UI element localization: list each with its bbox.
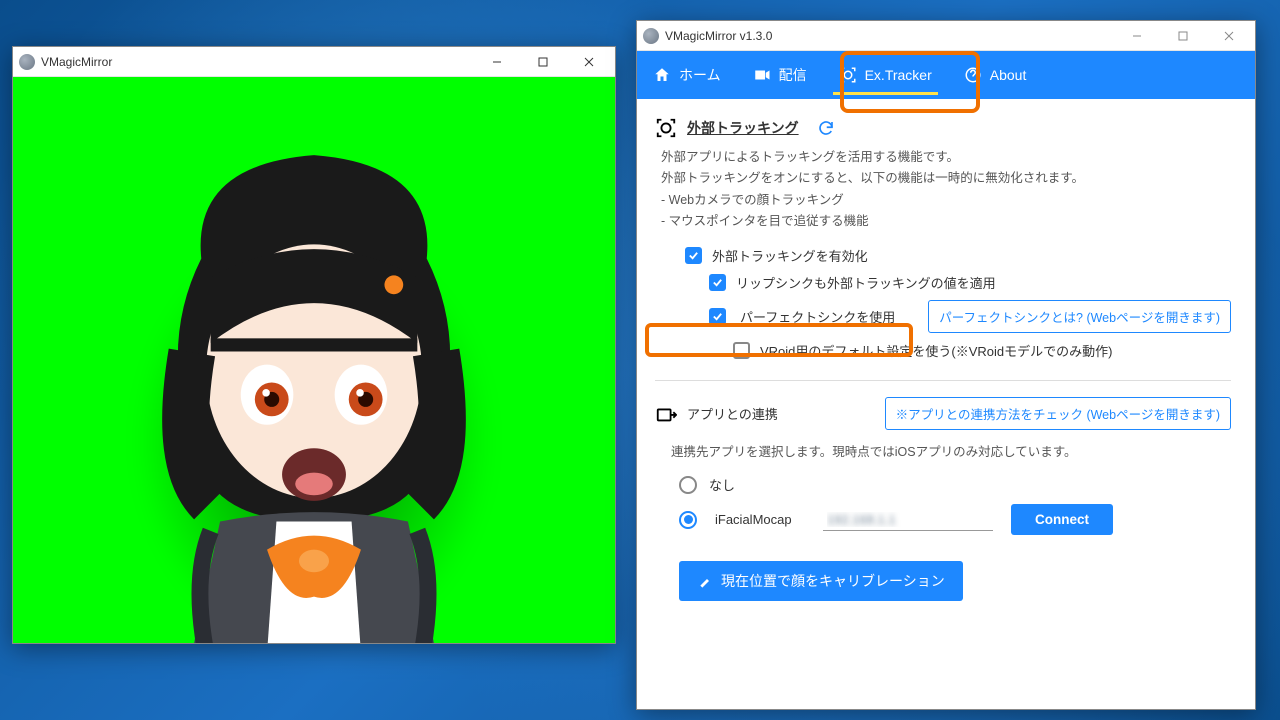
close-button[interactable]	[569, 49, 609, 75]
avatar	[63, 127, 565, 643]
maximize-button[interactable]	[523, 49, 563, 75]
camera-icon	[753, 66, 771, 84]
tab-about[interactable]: About	[948, 51, 1043, 99]
checkbox-label: VRoid用のデフォルト設定を使う(※VRoidモデルでのみ動作)	[760, 341, 1112, 360]
checkbox-lipsync[interactable]	[709, 274, 726, 291]
avatar-viewport	[13, 77, 615, 643]
refresh-button[interactable]	[817, 119, 835, 137]
app-icon	[643, 28, 659, 44]
link-icon	[655, 403, 677, 425]
app-link-help-button[interactable]: ※アプリとの連携方法をチェック (Webページを開きます)	[885, 397, 1231, 430]
avatar-window: VMagicMirror	[12, 46, 616, 644]
app-link-heading: アプリとの連携	[687, 404, 778, 423]
right-titlebar: VMagicMirror v1.3.0	[637, 21, 1255, 51]
radio-label: なし	[709, 475, 735, 494]
face-tracking-icon	[839, 66, 857, 84]
minimize-button[interactable]	[1117, 23, 1157, 49]
settings-body: 外部トラッキング 外部アプリによるトラッキングを活用する機能です。 外部トラッキ…	[637, 99, 1255, 709]
left-titlebar: VMagicMirror	[13, 47, 615, 77]
tab-label: 配信	[779, 65, 807, 85]
face-tracking-icon	[655, 117, 677, 139]
left-window-title: VMagicMirror	[41, 55, 112, 69]
close-button[interactable]	[1209, 23, 1249, 49]
maximize-button[interactable]	[1163, 23, 1203, 49]
wand-icon	[697, 573, 713, 589]
checkbox-vroid-default[interactable]	[733, 342, 750, 359]
home-icon	[653, 66, 671, 84]
app-link-description: 連携先アプリを選択します。現時点ではiOSアプリのみ対応しています。	[671, 442, 1231, 463]
question-icon	[964, 66, 982, 84]
ext-tracking-description: 外部アプリによるトラッキングを活用する機能です。 外部トラッキングをオンにすると…	[661, 147, 1231, 232]
tab-label: ホーム	[679, 65, 721, 85]
perfect-sync-help-button[interactable]: パーフェクトシンクとは? (Webページを開きます)	[928, 300, 1231, 333]
radio-ifacialmocap[interactable]	[679, 511, 697, 529]
checkbox-label: リップシンクも外部トラッキングの値を適用	[736, 273, 996, 292]
checkbox-enable-ext-tracking[interactable]	[685, 247, 702, 264]
tab-extracker[interactable]: Ex.Tracker	[823, 51, 948, 99]
tab-home[interactable]: ホーム	[637, 51, 737, 99]
calibrate-button[interactable]: 現在位置で顔をキャリブレーション	[679, 561, 963, 601]
tab-bar: ホーム 配信 Ex.Tracker About	[637, 51, 1255, 99]
radio-label: iFacialMocap	[715, 512, 805, 527]
tab-label: Ex.Tracker	[865, 67, 932, 83]
minimize-button[interactable]	[477, 49, 517, 75]
calibrate-button-label: 現在位置で顔をキャリブレーション	[721, 571, 945, 591]
ip-address-input[interactable]	[823, 509, 993, 531]
settings-window: VMagicMirror v1.3.0 ホーム 配信 Ex.Tracker Ab…	[636, 20, 1256, 710]
radio-none[interactable]	[679, 476, 697, 494]
app-icon	[19, 54, 35, 70]
tab-stream[interactable]: 配信	[737, 51, 823, 99]
checkbox-label: 外部トラッキングを有効化	[712, 246, 868, 265]
tab-label: About	[990, 67, 1027, 83]
checkbox-label: パーフェクトシンクを使用	[740, 307, 895, 326]
ext-tracking-heading: 外部トラッキング	[687, 118, 799, 138]
checkbox-perfect-sync[interactable]	[709, 308, 726, 325]
connect-button[interactable]: Connect	[1011, 504, 1113, 535]
right-window-title: VMagicMirror v1.3.0	[665, 29, 772, 43]
